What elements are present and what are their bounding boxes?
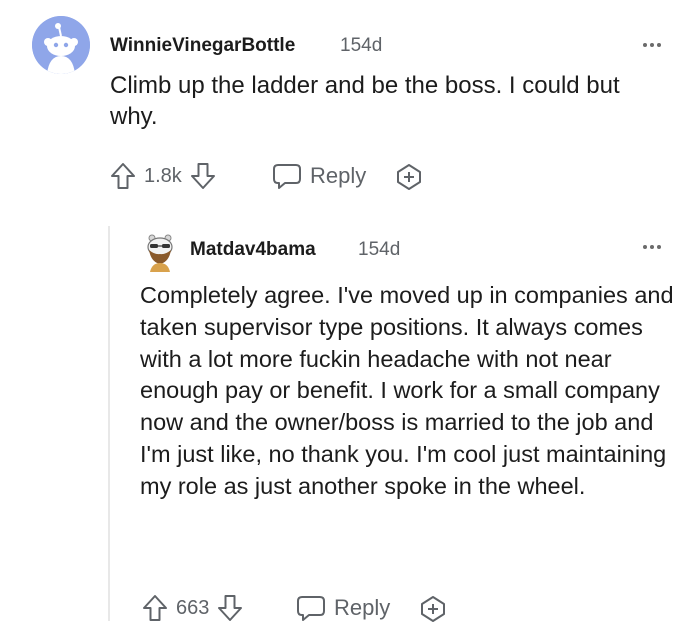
upvote-count: 1.8k: [144, 164, 182, 187]
reply-username[interactable]: Matdav4bama: [190, 239, 316, 261]
snoo-avatar-icon: [32, 16, 90, 74]
downvote-arrow-icon[interactable]: [217, 594, 243, 622]
reply-button[interactable]: Reply: [272, 162, 366, 190]
vote-bar: 663: [142, 594, 243, 622]
award-plus-icon: [421, 596, 445, 622]
more-options-button[interactable]: [643, 245, 661, 249]
award-button[interactable]: [395, 163, 423, 191]
more-options-icon: [643, 245, 647, 249]
reply-body: Completely agree. I've moved up in compa…: [140, 282, 674, 499]
reply-button[interactable]: Reply: [296, 594, 390, 622]
speech-bubble-icon: [273, 164, 301, 189]
upvote-arrow-icon[interactable]: [142, 594, 168, 622]
avatar[interactable]: [32, 16, 90, 74]
reply-label: Reply: [334, 595, 391, 620]
vote-bar: 1.8k: [110, 162, 216, 190]
downvote-arrow-icon[interactable]: [190, 162, 216, 190]
comment-age: 154d: [340, 35, 383, 56]
award-plus-icon: [397, 164, 421, 190]
avatar[interactable]: [143, 232, 177, 272]
more-options-button[interactable]: [643, 43, 661, 47]
reply-age: 154d: [358, 239, 401, 260]
comment-username[interactable]: WinnieVinegarBottle: [110, 35, 295, 57]
comment-body: Climb up the ladder and be the boss. I c…: [110, 72, 620, 130]
award-button[interactable]: [419, 595, 447, 623]
snoo-avatar-icon: [147, 234, 173, 272]
upvote-count: 663: [176, 596, 210, 619]
more-options-icon: [643, 43, 647, 47]
speech-bubble-icon: [297, 596, 325, 621]
reply-label: Reply: [310, 163, 367, 188]
thread-line[interactable]: [108, 226, 110, 621]
upvote-arrow-icon[interactable]: [110, 162, 136, 190]
